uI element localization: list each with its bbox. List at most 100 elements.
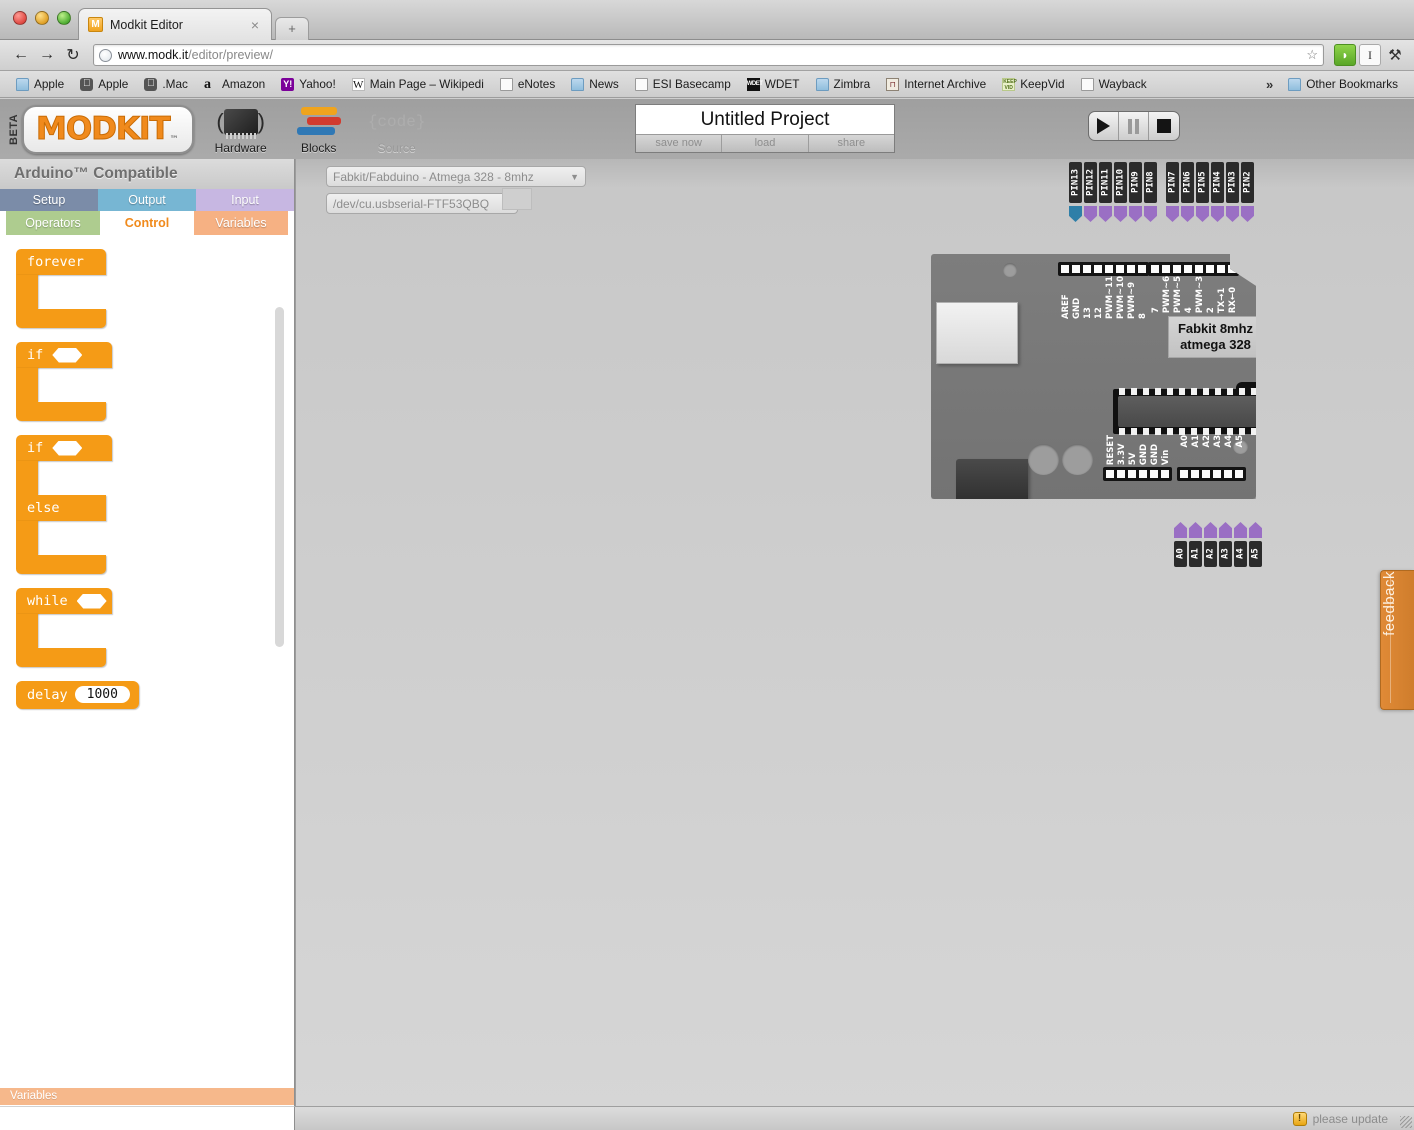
stop-button[interactable]	[1149, 112, 1179, 140]
port-select[interactable]: /dev/cu.usbserial-FTF53QBQ ▼	[326, 193, 518, 214]
bracket-right-icon: )	[257, 109, 265, 134]
pin-marker	[1181, 206, 1194, 222]
while-block[interactable]: while	[16, 588, 294, 667]
pin-tag[interactable]: A1	[1189, 522, 1202, 567]
bookmark-apple-folder[interactable]: Apple	[8, 73, 72, 95]
forever-block[interactable]: forever	[16, 249, 294, 328]
pin-tag[interactable]: PIN6	[1181, 162, 1194, 222]
bookmark-enotes[interactable]: eNotes	[492, 73, 563, 95]
pin-tag[interactable]: PIN12	[1084, 162, 1097, 222]
mode-switcher: ( ) Hardware Blocks {code} Source	[210, 103, 428, 155]
bookmark-label: Other Bookmarks	[1306, 77, 1398, 91]
analog-header[interactable]	[1177, 467, 1246, 481]
project-panel: Untitled Project save now load share	[635, 104, 895, 153]
palette-scrollbar[interactable]	[275, 307, 284, 647]
pin-tag[interactable]: PIN8	[1144, 162, 1157, 222]
wrench-menu-icon[interactable]: ⚒	[1384, 44, 1406, 66]
pin-tag[interactable]: PIN5	[1196, 162, 1209, 222]
info-extension-icon[interactable]: I	[1359, 44, 1381, 66]
zoom-window-button[interactable]	[57, 11, 71, 25]
reload-icon[interactable]: ↻	[60, 43, 86, 67]
bookmarks-overflow-chevron[interactable]: »	[1259, 77, 1280, 92]
bookmark-amazon[interactable]: a Amazon	[196, 73, 273, 95]
address-bar[interactable]: www.modk.it/editor/preview/ ☆	[93, 44, 1324, 66]
close-icon[interactable]: ×	[248, 18, 262, 32]
bookmark-wikipedia[interactable]: W Main Page – Wikipedi	[344, 73, 492, 95]
modkit-app: BETA MODKIT™ ( ) Hardware Blocks {code} …	[0, 99, 1414, 1130]
star-icon[interactable]: ☆	[1306, 47, 1318, 63]
if-else-block[interactable]: if else	[16, 435, 294, 574]
folder-icon	[16, 77, 29, 91]
pin-tag[interactable]: A4	[1234, 522, 1247, 567]
minimize-window-button[interactable]	[35, 11, 49, 25]
bookmark-zimbra[interactable]: Zimbra	[808, 73, 879, 95]
bookmark-internet-archive[interactable]: ⊓ Internet Archive	[878, 73, 994, 95]
delay-value-input[interactable]: 1000	[74, 686, 130, 703]
mode-source[interactable]: {code} Source	[366, 103, 428, 155]
boolean-slot[interactable]	[76, 593, 107, 609]
bookmark-keepvid[interactable]: KEEP VID KeepVid	[994, 73, 1072, 95]
pin-tag[interactable]: A3	[1219, 522, 1232, 567]
close-window-button[interactable]	[13, 11, 27, 25]
mode-blocks[interactable]: Blocks	[288, 103, 350, 155]
chip-label-line1: Fabkit 8mhz	[1177, 320, 1254, 336]
run-button[interactable]	[1089, 112, 1119, 140]
bookmark-label: .Mac	[162, 77, 188, 91]
power-header[interactable]	[1103, 467, 1172, 481]
pin-tag[interactable]: PIN3	[1226, 162, 1239, 222]
load-button[interactable]: load	[722, 135, 809, 152]
tab-setup[interactable]: Setup	[0, 189, 98, 211]
folder-icon	[1288, 77, 1302, 91]
boolean-slot[interactable]	[52, 440, 83, 456]
pin-tag[interactable]: PIN9	[1129, 162, 1142, 222]
secondary-tabs: Operators Control Variables	[0, 211, 294, 235]
digital-header-right[interactable]	[1148, 262, 1239, 276]
icsp-header[interactable]	[1289, 372, 1311, 404]
bookmark-yahoo[interactable]: Y! Yahoo!	[273, 73, 344, 95]
pin-tag[interactable]: A2	[1204, 522, 1217, 567]
delay-block[interactable]: delay 1000	[16, 681, 294, 709]
pin-tag[interactable]: PIN4	[1211, 162, 1224, 222]
tab-operators[interactable]: Operators	[6, 211, 100, 235]
if-block[interactable]: if	[16, 342, 294, 421]
pin-tag[interactable]: PIN7	[1166, 162, 1179, 222]
board-select[interactable]: Fabkit/Fabduino - Atmega 328 - 8mhz ▼	[326, 166, 586, 187]
tab-output[interactable]: Output	[98, 189, 196, 211]
feedback-tab[interactable]: feedback	[1380, 570, 1414, 710]
bookmark-mac[interactable]:  .Mac	[136, 73, 196, 95]
pin-tag[interactable]: PIN11	[1099, 162, 1112, 222]
pin-tag[interactable]: A0	[1174, 522, 1187, 567]
save-now-button[interactable]: save now	[636, 135, 723, 152]
bookmark-news[interactable]: News	[563, 73, 627, 95]
share-button[interactable]: share	[808, 135, 894, 152]
boolean-slot[interactable]	[52, 347, 83, 363]
bookmark-wayback[interactable]: Wayback	[1073, 73, 1155, 95]
digital-header-left[interactable]	[1058, 262, 1149, 276]
bookmark-other-bookmarks[interactable]: Other Bookmarks	[1280, 73, 1406, 95]
bookmark-wdet[interactable]: WDET WDET	[739, 73, 808, 95]
project-title-input[interactable]: Untitled Project	[636, 105, 894, 135]
pin-tag[interactable]: PIN13	[1069, 162, 1082, 222]
mode-hardware[interactable]: ( ) Hardware	[210, 103, 272, 155]
pin-tag[interactable]: A5	[1249, 522, 1262, 567]
pin-tag[interactable]: PIN10	[1114, 162, 1127, 222]
app-body: Arduino™ Compatible Setup Output Input O…	[0, 159, 1414, 1130]
pin-tag-label: A4	[1234, 541, 1247, 567]
tab-input[interactable]: Input	[196, 189, 294, 211]
browser-tab[interactable]: M Modkit Editor ×	[78, 8, 272, 40]
window-resize-handle[interactable]	[1400, 1116, 1412, 1128]
pin-tag[interactable]: PIN2	[1241, 162, 1254, 222]
new-tab-button[interactable]: +	[275, 17, 309, 40]
evernote-extension-icon[interactable]: ◗	[1334, 44, 1356, 66]
status-message[interactable]: please update	[1313, 1112, 1388, 1126]
bookmark-apple[interactable]:  Apple	[72, 73, 136, 95]
tab-control[interactable]: Control	[100, 211, 194, 235]
pin-label: 5V	[1128, 452, 1138, 466]
back-icon[interactable]: ←	[8, 43, 34, 67]
pin-label: 3.3V	[1117, 443, 1127, 466]
pause-button[interactable]	[1119, 112, 1149, 140]
bookmark-esi-basecamp[interactable]: ESI Basecamp	[627, 73, 739, 95]
tab-variables[interactable]: Variables	[194, 211, 288, 235]
forward-icon[interactable]: →	[34, 43, 60, 67]
pcb-circle	[1028, 444, 1059, 475]
